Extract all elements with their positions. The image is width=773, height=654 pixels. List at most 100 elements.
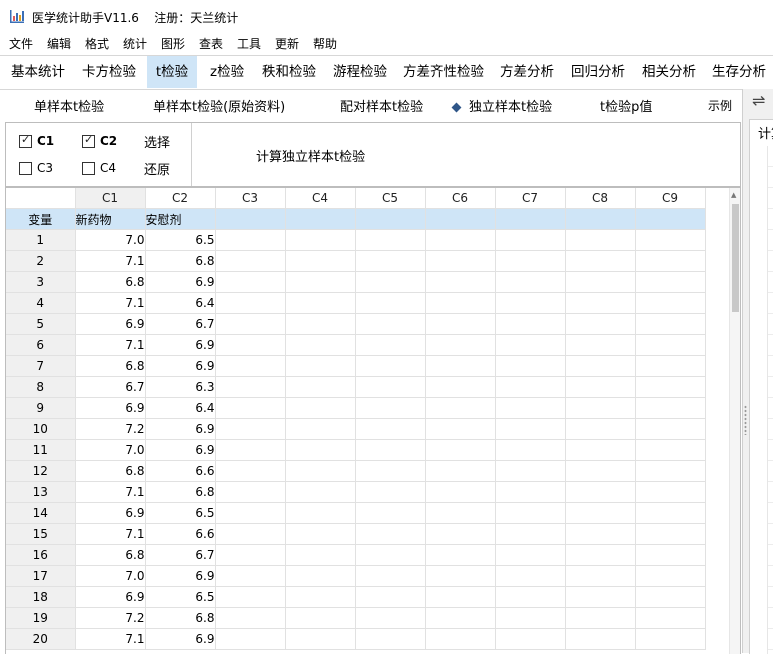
data-cell[interactable] [355, 439, 426, 461]
data-cell[interactable] [495, 586, 566, 608]
row-header[interactable]: 6 [6, 334, 76, 356]
data-cell[interactable] [285, 355, 356, 377]
data-cell[interactable]: 6.9 [145, 271, 216, 293]
data-cell[interactable] [635, 628, 706, 650]
data-cell[interactable] [635, 418, 706, 440]
data-cell[interactable] [635, 250, 706, 272]
data-cell[interactable]: 6.9 [75, 586, 146, 608]
data-cell[interactable] [635, 544, 706, 566]
checkbox-c4[interactable] [82, 162, 95, 175]
tab-regression[interactable]: 回归分析 [567, 56, 629, 88]
column-header-c8[interactable]: C8 [565, 188, 636, 209]
data-cell[interactable] [425, 460, 496, 482]
row-header[interactable]: 10 [6, 418, 76, 440]
subtab-example[interactable]: 示例 [708, 97, 732, 114]
data-cell[interactable] [215, 313, 286, 335]
subtab-one-sample-raw[interactable]: 单样本t检验(原始资料) [153, 96, 285, 115]
data-cell[interactable] [635, 607, 706, 629]
data-cell[interactable]: 6.8 [145, 607, 216, 629]
data-cell[interactable] [285, 544, 356, 566]
var-name-cell[interactable]: 新药物 [75, 208, 146, 230]
data-cell[interactable] [425, 376, 496, 398]
data-cell[interactable] [355, 481, 426, 503]
menu-update[interactable]: 更新 [275, 35, 299, 52]
data-cell[interactable] [495, 565, 566, 587]
data-cell[interactable] [425, 481, 496, 503]
row-header[interactable]: 4 [6, 292, 76, 314]
subtab-independent[interactable]: 独立样本t检验 [451, 96, 552, 115]
data-cell[interactable] [285, 376, 356, 398]
var-name-cell[interactable] [635, 208, 706, 230]
data-cell[interactable] [215, 271, 286, 293]
data-cell[interactable] [285, 313, 356, 335]
data-cell[interactable] [565, 439, 636, 461]
data-cell[interactable] [565, 376, 636, 398]
data-cell[interactable] [355, 250, 426, 272]
row-header[interactable]: 16 [6, 544, 76, 566]
row-header[interactable]: 20 [6, 628, 76, 650]
data-cell[interactable]: 6.6 [145, 523, 216, 545]
row-header[interactable]: 3 [6, 271, 76, 293]
menu-help[interactable]: 帮助 [313, 35, 337, 52]
data-cell[interactable] [285, 292, 356, 314]
data-cell[interactable] [215, 250, 286, 272]
data-cell[interactable] [635, 481, 706, 503]
data-cell[interactable] [285, 334, 356, 356]
column-header-c1[interactable]: C1 [75, 188, 146, 209]
tab-homogeneity[interactable]: 方差齐性检验 [399, 56, 488, 88]
data-cell[interactable] [355, 586, 426, 608]
data-cell[interactable] [285, 502, 356, 524]
data-cell[interactable]: 6.7 [145, 544, 216, 566]
data-cell[interactable] [285, 271, 356, 293]
data-cell[interactable] [495, 607, 566, 629]
select-button[interactable]: 选择 [144, 132, 170, 151]
data-cell[interactable] [635, 334, 706, 356]
data-cell[interactable]: 6.5 [145, 229, 216, 251]
data-cell[interactable] [635, 586, 706, 608]
data-cell[interactable] [565, 292, 636, 314]
data-cell[interactable]: 6.9 [145, 334, 216, 356]
data-cell[interactable] [565, 250, 636, 272]
data-cell[interactable] [495, 523, 566, 545]
grid-corner[interactable] [6, 188, 76, 209]
menu-graph[interactable]: 图形 [161, 35, 185, 52]
data-cell[interactable]: 6.5 [145, 586, 216, 608]
data-cell[interactable] [635, 292, 706, 314]
data-cell[interactable]: 7.1 [75, 481, 146, 503]
data-cell[interactable] [635, 460, 706, 482]
data-cell[interactable] [495, 544, 566, 566]
data-cell[interactable] [355, 460, 426, 482]
subtab-paired[interactable]: 配对样本t检验 [340, 96, 423, 115]
data-cell[interactable] [215, 481, 286, 503]
menu-file[interactable]: 文件 [9, 35, 33, 52]
data-cell[interactable]: 7.0 [75, 229, 146, 251]
row-header[interactable]: 5 [6, 313, 76, 335]
column-header-c2[interactable]: C2 [145, 188, 216, 209]
column-header-c3[interactable]: C3 [215, 188, 286, 209]
data-cell[interactable] [565, 355, 636, 377]
var-name-cell[interactable] [355, 208, 426, 230]
data-cell[interactable]: 6.9 [145, 355, 216, 377]
var-name-cell[interactable] [565, 208, 636, 230]
data-cell[interactable] [285, 418, 356, 440]
data-cell[interactable] [285, 397, 356, 419]
data-cell[interactable] [355, 607, 426, 629]
data-cell[interactable] [565, 628, 636, 650]
data-cell[interactable] [425, 292, 496, 314]
menu-statistics[interactable]: 统计 [123, 35, 147, 52]
data-cell[interactable] [425, 355, 496, 377]
data-cell[interactable] [425, 229, 496, 251]
data-cell[interactable]: 6.8 [145, 250, 216, 272]
menu-lookup[interactable]: 查表 [199, 35, 223, 52]
row-header[interactable]: 18 [6, 586, 76, 608]
data-cell[interactable] [425, 439, 496, 461]
data-cell[interactable] [215, 544, 286, 566]
data-cell[interactable] [565, 229, 636, 251]
data-cell[interactable] [425, 628, 496, 650]
row-header[interactable]: 8 [6, 376, 76, 398]
data-cell[interactable] [215, 355, 286, 377]
data-cell[interactable]: 6.8 [75, 355, 146, 377]
data-cell[interactable] [425, 418, 496, 440]
data-cell[interactable] [495, 439, 566, 461]
data-cell[interactable] [285, 460, 356, 482]
